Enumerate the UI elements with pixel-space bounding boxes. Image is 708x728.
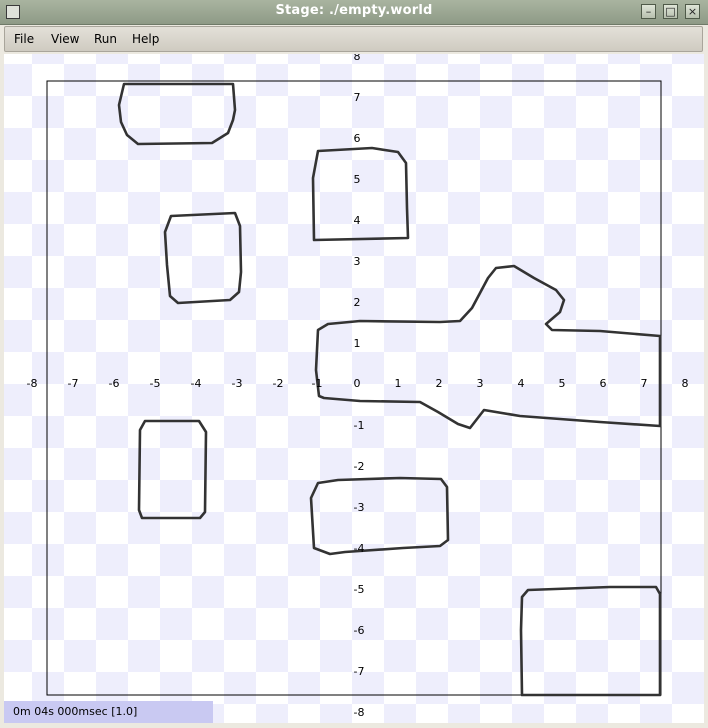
x-tick: 0 [354,377,361,390]
x-tick: -6 [109,377,120,390]
sim-time-label: 0m 04s 000msec [1.0] [13,705,138,718]
y-tick: -6 [354,624,365,637]
x-tick: 6 [600,377,607,390]
x-tick: 1 [395,377,402,390]
menu-view[interactable]: View [51,32,79,46]
y-tick: -5 [354,583,365,596]
y-tick: -8 [354,706,365,719]
x-tick: 4 [518,377,525,390]
x-tick: -5 [150,377,161,390]
x-tick: 5 [559,377,566,390]
x-tick: -3 [232,377,243,390]
menu-run[interactable]: Run [94,32,117,46]
maximize-icon[interactable]: □ [663,4,678,19]
y-tick: 1 [354,337,361,350]
minimize-icon[interactable]: – [641,4,656,19]
y-tick: -2 [354,460,365,473]
x-tick: -2 [273,377,284,390]
x-tick: 3 [477,377,484,390]
y-tick: 2 [354,296,361,309]
y-tick: -1 [354,419,365,432]
y-tick: 4 [354,214,361,227]
menu-file[interactable]: File [14,32,34,46]
close-icon[interactable]: × [685,4,700,19]
y-tick: 7 [354,91,361,104]
window-title: Stage: ./empty.world [275,3,433,18]
x-tick: -4 [191,377,202,390]
y-tick: -3 [354,501,365,514]
world-view[interactable]: -8 -7 -6 -5 -4 -3 -2 -1 0 1 2 3 4 5 6 7 … [4,54,704,723]
y-tick: -4 [354,542,365,555]
x-tick: 2 [436,377,443,390]
y-tick: 8 [354,54,361,63]
y-tick: 5 [354,173,361,186]
x-tick: -1 [312,377,323,390]
status-bar: 0m 04s 000msec [1.0] [4,701,213,723]
x-tick: -7 [68,377,79,390]
y-tick: -7 [354,665,365,678]
title-bar[interactable]: Stage: ./empty.world – □ × [0,0,708,25]
stage-window: Stage: ./empty.world – □ × File View Run… [0,0,708,728]
menu-help[interactable]: Help [132,32,159,46]
world-canvas[interactable]: -8 -7 -6 -5 -4 -3 -2 -1 0 1 2 3 4 5 6 7 … [4,54,704,723]
x-tick: 8 [682,377,689,390]
menu-bar: File View Run Help [4,26,703,52]
x-tick: 7 [641,377,648,390]
y-tick: 3 [354,255,361,268]
y-tick: 6 [354,132,361,145]
x-tick: -8 [27,377,38,390]
